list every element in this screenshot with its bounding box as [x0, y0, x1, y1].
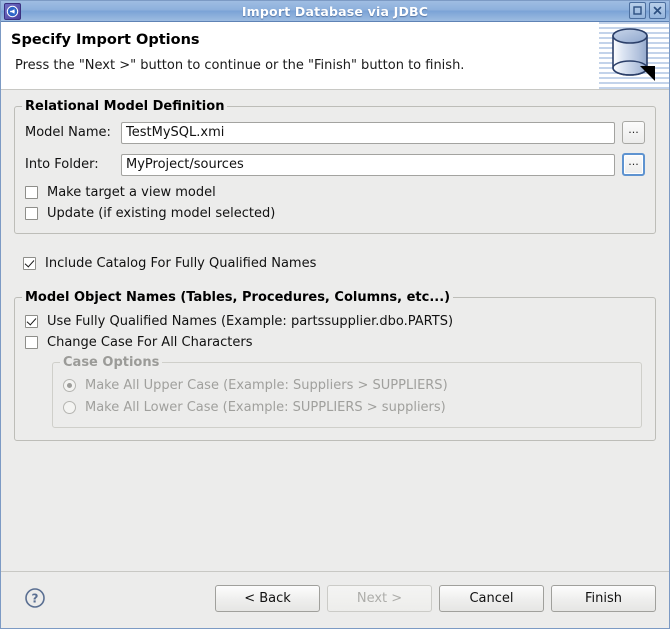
model-name-row: Model Name: TestMySQL.xmi ... [25, 121, 645, 144]
into-folder-label: Into Folder: [25, 157, 121, 172]
change-case-label: Change Case For All Characters [47, 335, 253, 350]
make-upper-case-label: Make All Upper Case (Example: Suppliers … [85, 378, 448, 393]
page-description: Press the "Next >" button to continue or… [15, 58, 464, 73]
case-options-group: Case Options Make All Upper Case (Exampl… [52, 362, 642, 428]
close-icon[interactable] [649, 2, 666, 19]
make-lower-case-radio-row: Make All Lower Case (Example: SUPPLIERS … [63, 400, 631, 415]
use-fully-qualified-names-checkbox-row[interactable]: Use Fully Qualified Names (Example: part… [25, 314, 645, 329]
model-name-browse-button[interactable]: ... [622, 121, 645, 144]
use-fully-qualified-names-label: Use Fully Qualified Names (Example: part… [47, 314, 453, 329]
import-database-dialog: Import Database via JDBC Specify Import … [0, 0, 670, 629]
update-existing-model-checkbox[interactable] [25, 207, 38, 220]
relational-model-group-title: Relational Model Definition [22, 99, 227, 114]
case-options-group-title: Case Options [60, 355, 162, 370]
page-title: Specify Import Options [11, 32, 200, 48]
make-upper-case-radio-row: Make All Upper Case (Example: Suppliers … [63, 378, 631, 393]
make-lower-case-label: Make All Lower Case (Example: SUPPLIERS … [85, 400, 446, 415]
into-folder-row: Into Folder: MyProject/sources ... [25, 153, 645, 176]
back-button[interactable]: < Back [215, 585, 320, 612]
make-target-view-model-checkbox[interactable] [25, 186, 38, 199]
change-case-checkbox-row[interactable]: Change Case For All Characters [25, 335, 645, 350]
help-question-icon[interactable]: ? [24, 587, 46, 609]
svg-text:?: ? [32, 592, 39, 606]
use-fully-qualified-names-checkbox[interactable] [25, 315, 38, 328]
wizard-header: Specify Import Options Press the "Next >… [1, 22, 669, 90]
update-existing-model-checkbox-row[interactable]: Update (if existing model selected) [25, 206, 645, 221]
cancel-button[interactable]: Cancel [439, 585, 544, 612]
make-target-view-model-checkbox-row[interactable]: Make target a view model [25, 185, 645, 200]
window-controls [629, 2, 666, 19]
into-folder-browse-button[interactable]: ... [622, 153, 645, 176]
relational-model-group: Relational Model Definition Model Name: … [14, 106, 656, 234]
wizard-button-bar: < Back Next > Cancel Finish [215, 585, 656, 612]
next-button: Next > [327, 585, 432, 612]
include-catalog-checkbox-row[interactable]: Include Catalog For Fully Qualified Name… [14, 256, 656, 271]
include-catalog-checkbox[interactable] [23, 257, 36, 270]
make-target-view-model-label: Make target a view model [47, 185, 216, 200]
dialog-footer: ? < Back Next > Cancel Finish [1, 571, 669, 628]
include-catalog-label: Include Catalog For Fully Qualified Name… [45, 256, 316, 271]
window-title: Import Database via JDBC [1, 4, 669, 19]
model-object-names-group: Model Object Names (Tables, Procedures, … [14, 297, 656, 441]
update-existing-model-label: Update (if existing model selected) [47, 206, 275, 221]
model-name-label: Model Name: [25, 125, 121, 140]
eclipse-import-icon [4, 3, 21, 20]
model-object-names-group-title: Model Object Names (Tables, Procedures, … [22, 290, 453, 305]
finish-button[interactable]: Finish [551, 585, 656, 612]
dialog-body: Relational Model Definition Model Name: … [1, 90, 669, 571]
database-import-icon [599, 22, 669, 90]
title-bar: Import Database via JDBC [1, 1, 669, 22]
make-lower-case-radio [63, 401, 76, 414]
maximize-icon[interactable] [629, 2, 646, 19]
make-upper-case-radio [63, 379, 76, 392]
model-name-input[interactable]: TestMySQL.xmi [121, 122, 615, 144]
into-folder-input[interactable]: MyProject/sources [121, 154, 615, 176]
change-case-checkbox[interactable] [25, 336, 38, 349]
